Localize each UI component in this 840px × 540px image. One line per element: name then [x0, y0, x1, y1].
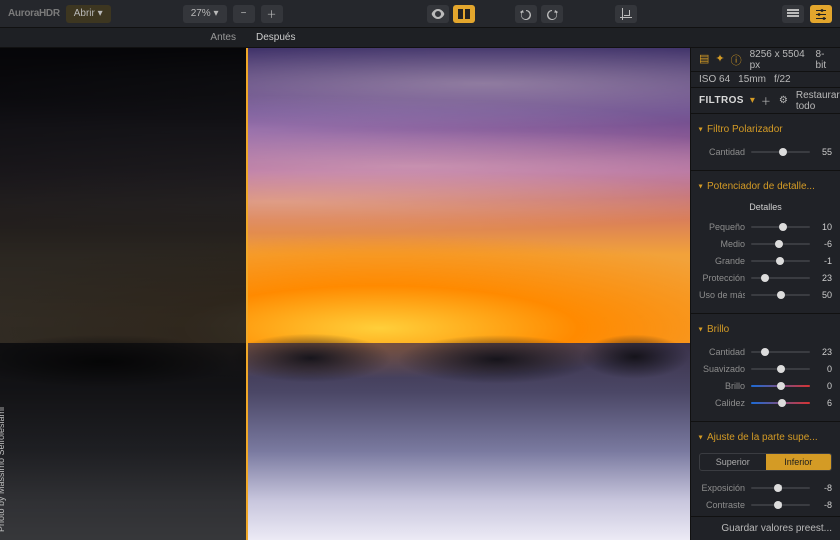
undo-button[interactable] — [515, 5, 537, 23]
slider[interactable] — [751, 482, 810, 494]
slider-label: Calidez — [699, 398, 745, 408]
slider-value: 23 — [816, 273, 832, 283]
slider[interactable] — [751, 221, 810, 233]
slider[interactable] — [751, 516, 810, 517]
section-ajuste: Ajuste de la parte supe... Superior Infe… — [691, 422, 840, 516]
slider[interactable] — [751, 255, 810, 267]
meta-iso: ISO 64 — [699, 74, 730, 85]
segment-inferior[interactable]: Inferior — [766, 454, 832, 470]
slider[interactable] — [751, 363, 810, 375]
layers-button[interactable] — [782, 5, 804, 23]
slider-label: Exposición — [699, 483, 745, 493]
slider-label: Cantidad — [699, 147, 745, 157]
slider[interactable] — [751, 380, 810, 392]
slider-label: Protección — [699, 273, 745, 283]
open-label: Abrir — [74, 8, 95, 19]
section-subtitle: Detalles — [699, 202, 832, 212]
slider[interactable] — [751, 499, 810, 511]
image-meta-row: ▤ ✦ ⓘ 8256 x 5504 px 8-bit — [691, 48, 840, 72]
slider-cantidad[interactable] — [751, 146, 810, 158]
slider-row: Cantidad 55 — [699, 143, 832, 160]
meta-focal: 15mm — [738, 74, 766, 85]
histogram-icon[interactable]: ▤ — [699, 52, 709, 68]
chevron-down-icon[interactable]: ▾ — [750, 95, 755, 106]
open-button[interactable]: Abrir ▾ — [66, 5, 111, 23]
slider-value: 23 — [816, 347, 832, 357]
slider-value: -1 — [816, 256, 832, 266]
section-detail: Potenciador de detalle... Detalles Peque… — [691, 171, 840, 314]
slider-label: Suavizado — [699, 364, 745, 374]
section-title[interactable]: Brillo — [699, 320, 832, 343]
add-filter-button[interactable]: ＋ — [761, 93, 771, 108]
section-title[interactable]: Filtro Polarizador — [699, 120, 832, 143]
section-brillo: Brillo Cantidad 23 Suavizado 0 Brillo 0 Cal… — [691, 314, 840, 422]
slider-label: Cantidad — [699, 347, 745, 357]
image-depth: 8-bit — [816, 49, 832, 71]
main-area: Photo by Massimo Seifoleslami ▤ ✦ ⓘ 8256… — [0, 48, 840, 540]
after-label: Después — [246, 32, 446, 43]
section-polarizer: Filtro Polarizador Cantidad 55 — [691, 114, 840, 171]
meta-aperture: f/22 — [774, 74, 791, 85]
compare-header: Antes Después — [0, 28, 840, 48]
slider-label: Uso de máscara — [699, 290, 745, 300]
slider-value: 55 — [816, 147, 832, 157]
chevron-down-icon: ▾ — [213, 8, 218, 19]
info-icon[interactable]: ⓘ — [731, 52, 742, 68]
compare-toggle-button[interactable] — [453, 5, 475, 23]
reset-all-button[interactable]: Restaurar todo — [796, 90, 840, 112]
slider-label: Medio — [699, 239, 745, 249]
slider-label: Brillo — [699, 381, 745, 391]
slider[interactable] — [751, 272, 810, 284]
slider[interactable] — [751, 346, 810, 358]
section-title[interactable]: Ajuste de la parte supe... — [699, 428, 832, 451]
segment-superior[interactable]: Superior — [700, 454, 766, 470]
image-meta-row-2: ISO 64 15mm f/22 — [691, 72, 840, 88]
photo-attribution: Photo by Massimo Seifoleslami — [0, 407, 6, 532]
chevron-down-icon: ▾ — [98, 8, 103, 19]
top-toolbar: AuroraHDR Abrir ▾ 27% ▾ − ＋ — [0, 0, 840, 28]
slider-value: -8 — [816, 483, 832, 493]
slider-value: -6 — [816, 239, 832, 249]
slider-value: 6 — [816, 398, 832, 408]
slider[interactable] — [751, 289, 810, 301]
slider-value: 0 — [816, 364, 832, 374]
zoom-in-button[interactable]: ＋ — [261, 5, 283, 23]
panel-header: FILTROS ▾ ＋ ⚙ Restaurar todo — [691, 88, 840, 114]
save-preset-button[interactable]: Guardar valores preest... — [721, 523, 832, 534]
segment-control[interactable]: Superior Inferior — [699, 453, 832, 471]
slider-value: 50 — [816, 290, 832, 300]
filters-panel: ▤ ✦ ⓘ 8256 x 5504 px 8-bit ISO 64 15mm f… — [690, 48, 840, 540]
image-dims: 8256 x 5504 px — [750, 49, 808, 71]
slider-value: 10 — [816, 222, 832, 232]
zoom-out-button[interactable]: − — [233, 5, 255, 23]
gear-icon[interactable]: ⚙ — [779, 95, 788, 106]
panel-footer: Guardar valores preest... — [691, 516, 840, 540]
adjust-button[interactable] — [810, 5, 832, 23]
compare-divider[interactable] — [246, 48, 248, 540]
crop-button[interactable] — [615, 5, 637, 23]
slider[interactable] — [751, 238, 810, 250]
before-dim — [0, 48, 246, 540]
scope-icon[interactable]: ✦ — [715, 52, 724, 68]
before-label: Antes — [0, 32, 246, 43]
image-canvas[interactable]: Photo by Massimo Seifoleslami — [0, 48, 690, 540]
panel-scroll[interactable]: Filtro Polarizador Cantidad 55 Potenciad… — [691, 114, 840, 516]
slider-value: 0 — [816, 381, 832, 391]
slider-label: Grande — [699, 256, 745, 266]
zoom-value: 27% — [191, 8, 211, 19]
panel-title: FILTROS — [699, 95, 744, 106]
slider-value: -8 — [816, 500, 832, 510]
slider-label: Pequeño — [699, 222, 745, 232]
slider[interactable] — [751, 397, 810, 409]
section-title[interactable]: Potenciador de detalle... — [699, 177, 832, 200]
slider-label: Contraste — [699, 500, 745, 510]
preview-eye-button[interactable] — [427, 5, 449, 23]
zoom-dropdown[interactable]: 27% ▾ — [183, 5, 227, 23]
app-logo: AuroraHDR — [8, 8, 60, 19]
redo-button[interactable] — [541, 5, 563, 23]
